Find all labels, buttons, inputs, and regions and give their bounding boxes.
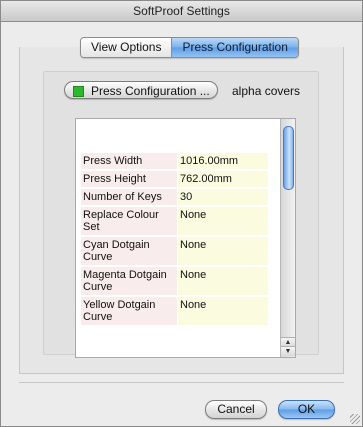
property-value: 30: [177, 188, 268, 206]
vertical-scrollbar[interactable]: ▲ ▼: [280, 119, 295, 357]
property-key: Cyan Dotgain Curve: [81, 236, 178, 266]
scrollbar-thumb[interactable]: [283, 126, 294, 190]
properties-list[interactable]: Press Width 1016.00mm Press Height 762.0…: [75, 118, 296, 358]
divider: [19, 382, 344, 383]
property-value: 1016.00mm: [177, 153, 268, 170]
table-row: Press Height 762.00mm: [81, 170, 268, 188]
cancel-button[interactable]: Cancel: [205, 400, 267, 419]
property-key: Number of Keys: [81, 188, 178, 206]
press-configuration-name: alpha covers: [232, 84, 301, 98]
property-value: None: [177, 266, 268, 296]
window-title: SoftProof Settings: [1, 1, 362, 22]
property-key: Yellow Dotgain Curve: [81, 296, 178, 326]
tab-view-options[interactable]: View Options: [81, 38, 172, 57]
tab-bar: View Options Press Configuration: [80, 37, 299, 58]
ok-button[interactable]: OK: [278, 400, 335, 419]
tab-press-configuration[interactable]: Press Configuration: [171, 38, 298, 57]
resize-grip-icon[interactable]: [350, 414, 360, 424]
table-row: Magenta Dotgain Curve None: [81, 266, 268, 296]
property-key: Replace Colour Set: [81, 206, 178, 236]
softproof-settings-window: SoftProof Settings View Options Press Co…: [0, 0, 363, 427]
table-row: Number of Keys 30: [81, 188, 268, 206]
property-key: Press Height: [81, 170, 178, 188]
table-row: Yellow Dotgain Curve None: [81, 296, 268, 326]
press-configuration-button-label: Press Configuration ...: [91, 84, 210, 98]
properties-table: Press Width 1016.00mm Press Height 762.0…: [81, 153, 268, 327]
property-value: None: [177, 236, 268, 266]
property-key: Magenta Dotgain Curve: [81, 266, 178, 296]
property-value: 762.00mm: [177, 170, 268, 188]
press-configuration-button[interactable]: Press Configuration ...: [64, 81, 218, 99]
table-row: Replace Colour Set None: [81, 206, 268, 236]
table-row: Cyan Dotgain Curve None: [81, 236, 268, 266]
property-key: Press Width: [81, 153, 178, 170]
scroll-down-arrow-icon[interactable]: ▼: [281, 346, 295, 356]
table-row: Press Width 1016.00mm: [81, 153, 268, 170]
property-value: None: [177, 206, 268, 236]
property-value: None: [177, 296, 268, 326]
status-indicator-icon: [73, 86, 84, 97]
